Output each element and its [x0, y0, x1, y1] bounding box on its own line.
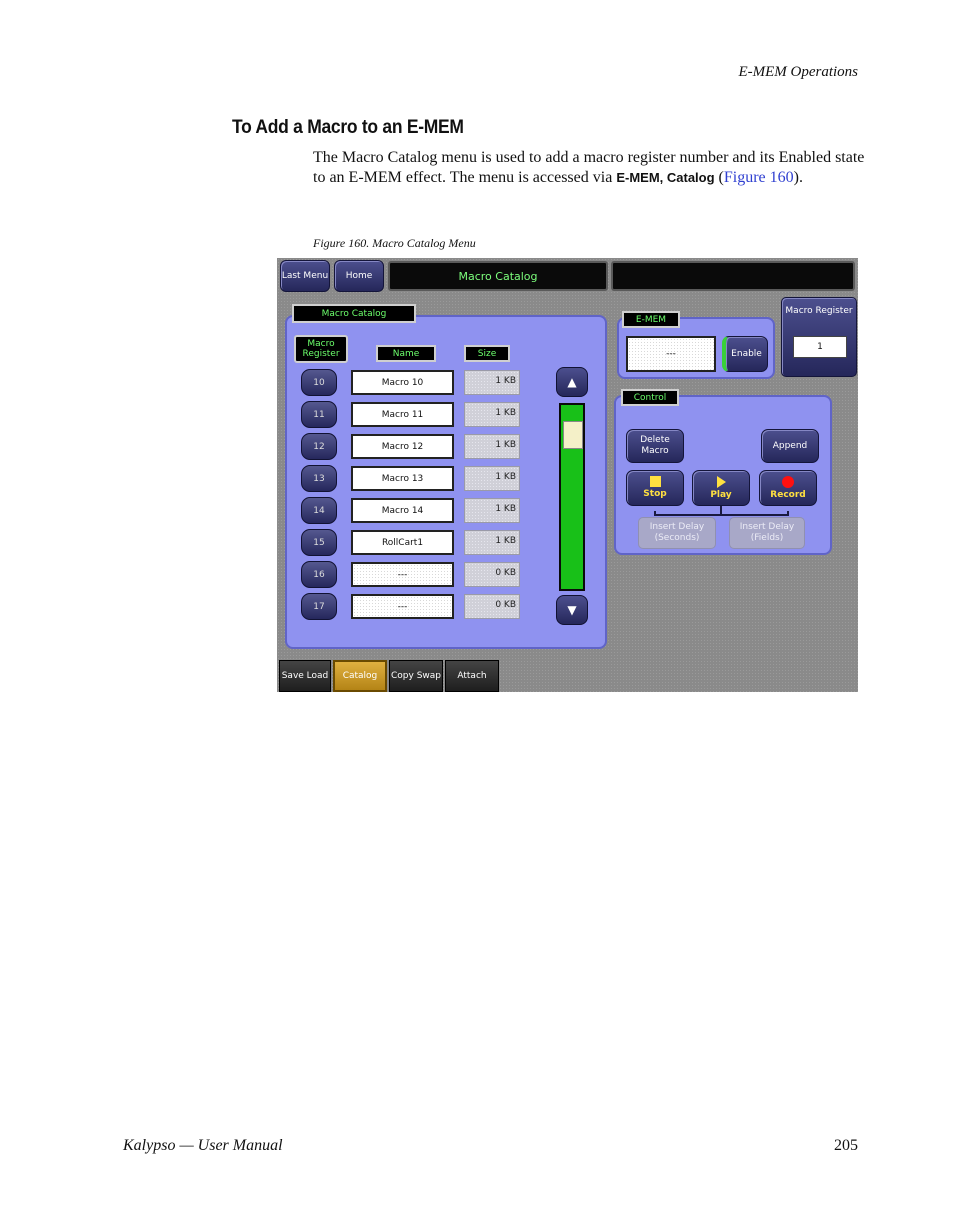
macro-size-cell: 1 KB	[464, 370, 520, 395]
home-button[interactable]: Home	[334, 260, 384, 292]
emem-value-field[interactable]: ---	[626, 336, 716, 372]
register-button-16[interactable]: 16	[301, 561, 337, 588]
scroll-thumb[interactable]	[563, 421, 583, 449]
macro-name-cell[interactable]: Macro 11	[351, 402, 454, 427]
footer-title: Kalypso — User Manual	[123, 1137, 283, 1154]
register-button-14[interactable]: 14	[301, 497, 337, 524]
register-button-11[interactable]: 11	[301, 401, 337, 428]
register-button-12[interactable]: 12	[301, 433, 337, 460]
tab-save-load[interactable]: Save Load	[279, 660, 331, 692]
size-header[interactable]: Size	[464, 345, 510, 362]
macro-name-cell[interactable]: Macro 10	[351, 370, 454, 395]
scroll-up-button[interactable]: ▲	[556, 367, 588, 397]
stop-label: Stop	[643, 489, 667, 499]
catalog-panel: Macro Catalog Macro Register Name Size 1…	[285, 304, 607, 649]
tab-copy-swap[interactable]: Copy Swap	[389, 660, 443, 692]
arrow-down-icon: ▼	[567, 603, 577, 617]
emem-label: E-MEM	[622, 311, 680, 328]
page-number: 205	[834, 1137, 858, 1154]
macro-catalog-screen: Last Menu Home Macro Catalog Macro Catal…	[277, 258, 858, 692]
stop-icon	[649, 476, 661, 487]
tab-attach[interactable]: Attach	[445, 660, 499, 692]
figure-link[interactable]: Figure 160	[724, 169, 794, 186]
para-text-2: (	[714, 169, 724, 186]
emem-panel: E-MEM --- Enable	[617, 311, 775, 379]
tab-catalog[interactable]: Catalog	[333, 660, 387, 692]
register-button-13[interactable]: 13	[301, 465, 337, 492]
scroll-track[interactable]	[559, 403, 585, 591]
last-menu-button[interactable]: Last Menu	[280, 260, 330, 292]
play-button[interactable]: Play	[692, 470, 750, 506]
macro-name-cell[interactable]: RollCart1	[351, 530, 454, 555]
macro-size-cell: 1 KB	[464, 466, 520, 491]
play-icon	[716, 475, 726, 488]
para-ui-path: E-MEM, Catalog	[616, 170, 715, 185]
name-header[interactable]: Name	[376, 345, 436, 362]
delete-macro-button[interactable]: Delete Macro	[626, 429, 684, 463]
play-label: Play	[710, 489, 732, 500]
macro-name-cell[interactable]: Macro 13	[351, 466, 454, 491]
record-label: Record	[770, 489, 806, 500]
macro-name-cell[interactable]: Macro 12	[351, 434, 454, 459]
menu-title-blank	[611, 261, 855, 291]
macro-register-header[interactable]: Macro Register	[294, 335, 348, 363]
macro-size-cell: 1 KB	[464, 434, 520, 459]
register-button-17[interactable]: 17	[301, 593, 337, 620]
para-text-3: ).	[793, 169, 803, 186]
scroll-down-button[interactable]: ▼	[556, 595, 588, 625]
running-head: E-MEM Operations	[738, 64, 858, 80]
catalog-panel-label: Macro Catalog	[292, 304, 416, 323]
figure-caption: Figure 160. Macro Catalog Menu	[313, 236, 476, 250]
connector-stem	[720, 506, 722, 514]
menu-title: Macro Catalog	[388, 261, 608, 291]
record-button[interactable]: Record	[759, 470, 817, 506]
macro-register-label: Macro Register	[785, 306, 853, 316]
control-label: Control	[621, 389, 679, 406]
macro-size-cell: 1 KB	[464, 530, 520, 555]
macro-register-value[interactable]: 1	[793, 336, 847, 358]
register-button-15[interactable]: 15	[301, 529, 337, 556]
macro-name-cell[interactable]: ---	[351, 562, 454, 587]
append-button[interactable]: Append	[761, 429, 819, 463]
insert-delay-fields-button[interactable]: Insert Delay (Fields)	[729, 517, 805, 549]
macro-size-cell: 0 KB	[464, 562, 520, 587]
macro-size-cell: 0 KB	[464, 594, 520, 619]
section-heading: To Add a Macro to an E-MEM	[232, 117, 464, 138]
arrow-up-icon: ▲	[567, 375, 577, 389]
macro-size-cell: 1 KB	[464, 402, 520, 427]
control-panel: Control Delete Macro Append Stop Play Re…	[614, 389, 832, 555]
insert-delay-seconds-button[interactable]: Insert Delay (Seconds)	[638, 517, 716, 549]
record-icon	[782, 475, 794, 488]
macro-name-cell[interactable]: Macro 14	[351, 498, 454, 523]
macro-size-cell: 1 KB	[464, 498, 520, 523]
stop-button[interactable]: Stop	[626, 470, 684, 506]
macro-name-cell[interactable]: ---	[351, 594, 454, 619]
enable-button[interactable]: Enable	[722, 336, 768, 372]
body-paragraph: The Macro Catalog menu is used to add a …	[313, 148, 873, 188]
register-button-10[interactable]: 10	[301, 369, 337, 396]
